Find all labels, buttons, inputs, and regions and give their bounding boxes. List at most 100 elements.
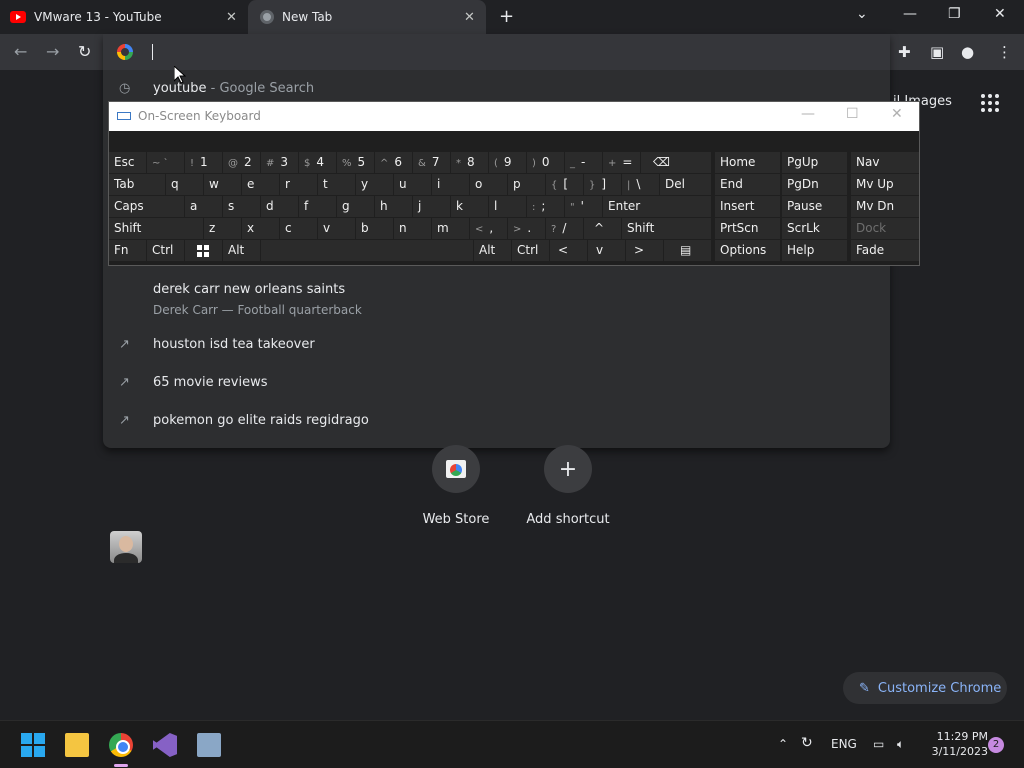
key-o[interactable]: o xyxy=(470,174,507,195)
key-k[interactable]: k xyxy=(451,196,488,217)
back-button[interactable]: ← xyxy=(14,42,27,61)
key-j[interactable]: j xyxy=(413,196,450,217)
key-help[interactable]: Help xyxy=(782,240,847,261)
key-mv-up[interactable]: Mv Up xyxy=(851,174,919,195)
key-prtscn[interactable]: PrtScn xyxy=(715,218,780,239)
key-backslash[interactable]: | \ xyxy=(622,174,659,195)
key-nav[interactable]: Nav xyxy=(851,152,919,173)
key-1[interactable]: ! 1 xyxy=(185,152,222,173)
tab-new-tab[interactable]: New Tab ✕ xyxy=(248,0,486,34)
reload-button[interactable]: ↻ xyxy=(78,42,91,61)
key-pgup[interactable]: PgUp xyxy=(782,152,847,173)
key-8[interactable]: * 8 xyxy=(451,152,488,173)
key-m[interactable]: m xyxy=(432,218,469,239)
key-4[interactable]: $4 xyxy=(299,152,336,173)
key-left-bracket[interactable]: {[ xyxy=(546,174,583,195)
key-period[interactable]: >. xyxy=(508,218,545,239)
suggestion-item[interactable]: derek carr new orleans saints Derek Carr… xyxy=(103,282,890,563)
clock[interactable]: 11:29 PM 3/11/2023 xyxy=(916,729,988,759)
sync-icon[interactable]: ↻ xyxy=(801,735,813,751)
key-minus[interactable]: _ - xyxy=(565,152,602,173)
key-insert[interactable]: Insert xyxy=(715,196,780,217)
key-pgdn[interactable]: PgDn xyxy=(782,174,847,195)
google-apps-icon[interactable] xyxy=(981,94,999,112)
key-w[interactable]: w xyxy=(204,174,241,195)
osk-close-button[interactable]: ✕ xyxy=(891,106,903,122)
history-suggestion[interactable]: ◷ youtube - Google Search xyxy=(103,81,890,101)
file-explorer-icon[interactable] xyxy=(65,733,89,757)
on-screen-keyboard-taskbar-icon[interactable] xyxy=(197,733,221,757)
show-hidden-icons-icon[interactable]: ⌃ xyxy=(778,737,788,751)
key-5[interactable]: % 5 xyxy=(337,152,374,173)
key-scrlk[interactable]: ScrLk xyxy=(782,218,847,239)
key-down[interactable]: v xyxy=(588,240,625,261)
key-ctrl-left[interactable]: Ctrl xyxy=(147,240,184,261)
close-window-button[interactable]: ✕ xyxy=(994,6,1006,22)
key-y[interactable]: y xyxy=(356,174,393,195)
key-caps[interactable]: Caps xyxy=(109,196,184,217)
key-p[interactable]: p xyxy=(508,174,545,195)
key-ctrl-right[interactable]: Ctrl xyxy=(512,240,549,261)
chrome-taskbar-icon[interactable] xyxy=(109,733,133,757)
suggestion-item[interactable]: ↗ 65 movie reviews xyxy=(103,375,890,395)
language-indicator[interactable]: ENG xyxy=(831,737,857,751)
shortcut-add[interactable]: + Add shortcut xyxy=(512,445,624,527)
key-tab[interactable]: Tab xyxy=(109,174,165,195)
menu-icon[interactable]: ⋮ xyxy=(997,43,1012,61)
suggestion-item[interactable]: ↗ pokemon go elite raids regidrago xyxy=(103,413,890,433)
key-right[interactable]: > xyxy=(626,240,663,261)
key-equals[interactable]: + = xyxy=(603,152,640,173)
key-slash[interactable]: ? / xyxy=(546,218,583,239)
key-x[interactable]: x xyxy=(242,218,279,239)
key-3[interactable]: #3 xyxy=(261,152,298,173)
restore-button[interactable]: ❐ xyxy=(948,6,961,22)
key-h[interactable]: h xyxy=(375,196,412,217)
tab-youtube[interactable]: VMware 13 - YouTube ✕ xyxy=(10,0,246,34)
key-i[interactable]: i xyxy=(432,174,469,195)
key-shift-right[interactable]: Shift xyxy=(622,218,711,239)
key-t[interactable]: t xyxy=(318,174,355,195)
key-left[interactable]: < xyxy=(550,240,587,261)
osk-minimize-button[interactable]: — xyxy=(801,106,815,122)
extensions-icon[interactable]: ✚ xyxy=(898,43,911,61)
close-tab-icon[interactable]: ✕ xyxy=(226,10,237,25)
key-r[interactable]: r xyxy=(280,174,317,195)
osk-maximize-button[interactable]: ☐ xyxy=(846,106,859,122)
key-9[interactable]: (9 xyxy=(489,152,526,173)
key-right-bracket[interactable]: }] xyxy=(584,174,621,195)
key-tilde[interactable]: ~ ` xyxy=(147,152,184,173)
key-mv-dn[interactable]: Mv Dn xyxy=(851,196,919,217)
key-f[interactable]: f xyxy=(299,196,336,217)
key-space[interactable] xyxy=(261,240,473,261)
network-icon[interactable]: ▭ xyxy=(873,737,884,751)
key-u[interactable]: u xyxy=(394,174,431,195)
start-button[interactable] xyxy=(21,733,45,757)
key-alt-left[interactable]: Alt xyxy=(223,240,260,261)
key-alt-right[interactable]: Alt xyxy=(474,240,511,261)
key-end[interactable]: End xyxy=(715,174,780,195)
key-n[interactable]: n xyxy=(394,218,431,239)
suggestion-item[interactable]: ↗ houston isd tea takeover xyxy=(103,337,890,357)
key-shift-left[interactable]: Shift xyxy=(109,218,203,239)
key-dock[interactable]: Dock xyxy=(851,218,919,239)
key-v[interactable]: v xyxy=(318,218,355,239)
key-quote[interactable]: " ' xyxy=(565,196,602,217)
key-semicolon[interactable]: :; xyxy=(527,196,564,217)
key-enter[interactable]: Enter xyxy=(603,196,711,217)
key-fade[interactable]: Fade xyxy=(851,240,919,261)
profile-icon[interactable]: ● xyxy=(961,43,974,61)
close-tab-icon[interactable]: ✕ xyxy=(464,10,475,25)
tab-search-icon[interactable]: ⌄ xyxy=(856,6,868,22)
shortcut-web-store[interactable]: Web Store xyxy=(400,445,512,527)
key-d[interactable]: d xyxy=(261,196,298,217)
key-home[interactable]: Home xyxy=(715,152,780,173)
key-b[interactable]: b xyxy=(356,218,393,239)
volume-icon[interactable]: 🔈︎ xyxy=(897,737,904,752)
side-panel-icon[interactable]: ▣ xyxy=(930,43,944,61)
forward-button[interactable]: → xyxy=(46,42,59,61)
key-q[interactable]: q xyxy=(166,174,203,195)
key-s[interactable]: s xyxy=(223,196,260,217)
omnibox[interactable] xyxy=(103,34,890,70)
key-backspace[interactable]: ⌫ xyxy=(641,152,711,173)
new-tab-button[interactable]: + xyxy=(499,6,514,27)
